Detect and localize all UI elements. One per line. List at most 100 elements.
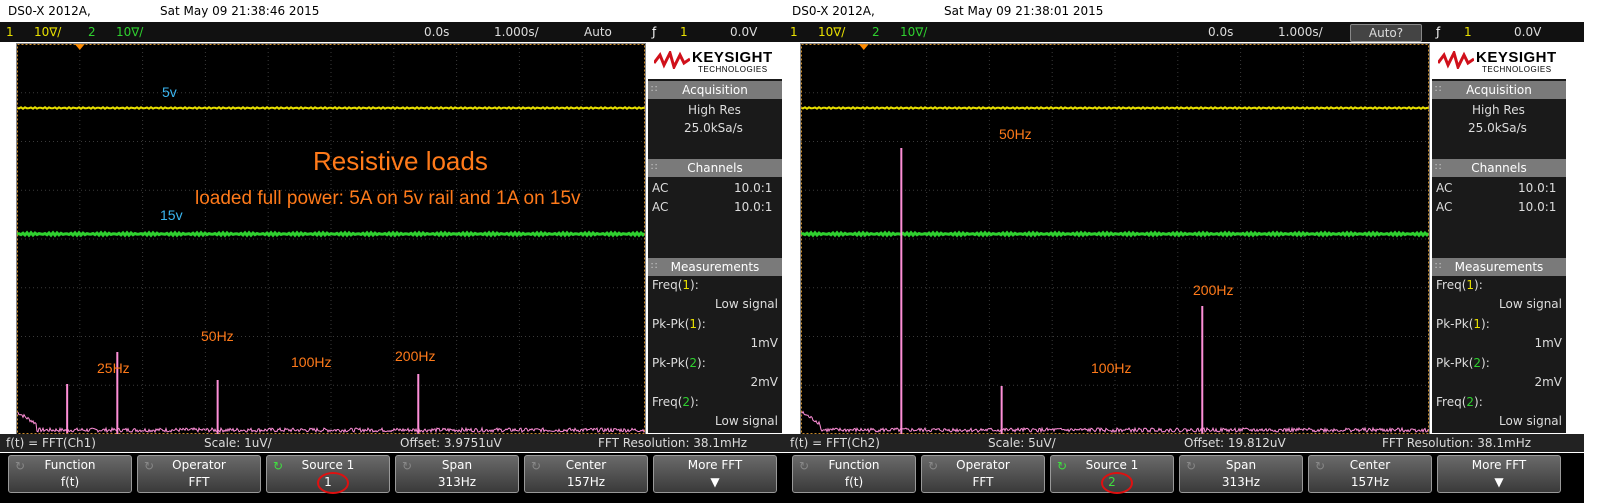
center-softkey[interactable]: ↻ Center 157Hz [524,455,648,493]
time-scale[interactable]: 1.000s/ [494,22,539,42]
operator-softkey[interactable]: ↻ Operator FFT [137,455,261,493]
measurements-header[interactable]: ∷ Measurements [1432,258,1566,276]
ch1-trace [801,105,1429,111]
measurements-header[interactable]: ∷ Measurements [648,258,782,276]
acquisition-header[interactable]: ∷ Acquisition [648,81,782,99]
status-bar: 1 10∇/ 2 10∇/ 0.0s 1.000s/ Auto ƒ 1 0.0V [0,22,800,42]
math-offset[interactable]: Offset: 3.9751uV [400,434,502,452]
peak-label-200hz: 200Hz [395,348,436,364]
label-15v: 15v [160,207,183,223]
peak-label-200hz: 200Hz [1193,282,1234,298]
meas-pkpk1-value: 1mV [1534,336,1562,350]
meas-freq2-name: Freq(2): [1436,395,1483,409]
softkey-bar: ↻ Function f(t) ↻ Operator FFT ↻ Source 12 ↻ S… [784,453,1584,503]
timestamp: Sat May 09 21:38:01 2015 [944,4,1104,18]
fft-resolution: FFT Resolution: 38.1mHz [598,436,748,450]
ch2-coupling: AC [652,200,669,214]
time-offset[interactable]: 0.0s [1208,22,1233,42]
operator-softkey[interactable]: ↻ Operator FFT [921,455,1045,493]
more-fft-softkey[interactable]: More FFT ▼ [653,455,777,493]
ch2-scale[interactable]: 10∇/ [116,22,143,42]
waveform-display[interactable]: 5v 15v Resistive loads loaded full power… [16,43,646,435]
math-info-bar: f(t) = FFT(Ch1) Scale: 1uV/ Offset: 3.97… [0,434,800,452]
side-panel: KEYSIGHT TECHNOLOGIES ∷ Acquisition High … [648,43,782,433]
ch1-scale[interactable]: 10∇/ [34,22,61,42]
ch2-trace [801,230,1429,238]
time-scale[interactable]: 1.000s/ [1278,22,1323,42]
math-function: f(t) = FFT(Ch2) [790,436,880,450]
meas-freq1-name: Freq(1): [1436,278,1483,292]
meas-pkpk1-value: 1mV [750,336,778,350]
peak-label-100hz: 100Hz [291,354,332,370]
meas-freq2-value: Low signal [715,414,778,428]
ch1-probe: 10.0:1 [1518,181,1557,195]
peak-label-50hz: 50Hz [201,328,234,344]
model-name: DS0-X 2012A, [792,4,875,18]
fft-resolution: FFT Resolution: 38.1mHz [1382,436,1532,450]
acq-rate: 25.0kSa/s [1468,121,1527,135]
ch2-scale[interactable]: 10∇/ [900,22,927,42]
ch1-number[interactable]: 1 [6,22,14,42]
trigger-mode[interactable]: Auto? [1350,24,1422,42]
math-scale[interactable]: Scale: 5uV/ [988,434,1056,452]
math-offset[interactable]: Offset: 19.812uV [1184,434,1286,452]
ch2-probe: 10.0:1 [734,200,773,214]
trigger-channel[interactable]: 1 [1464,22,1472,42]
trigger-edge-icon: ƒ [652,25,657,39]
scope-screen-left: DS0-X 2012A, Sat May 09 21:38:46 2015 1 … [0,0,800,503]
meas-freq2-name: Freq(2): [652,395,699,409]
acq-rate: 25.0kSa/s [684,121,743,135]
ch2-number[interactable]: 2 [88,22,96,42]
title-bar: DS0-X 2012A, Sat May 09 21:38:46 2015 [0,0,800,22]
down-arrow-icon: ▼ [1494,475,1504,489]
peak-label-50hz: 50Hz [999,126,1032,142]
ch1-trace [17,105,645,111]
time-offset[interactable]: 0.0s [424,22,449,42]
center-softkey[interactable]: ↻ Center 157Hz [1308,455,1432,493]
ch1-scale[interactable]: 10∇/ [818,22,845,42]
meas-pkpk1-name: Pk-Pk(1): [652,317,706,331]
span-softkey[interactable]: ↻ Span 313Hz [1179,455,1303,493]
model-name: DS0-X 2012A, [8,4,91,18]
meas-freq1-name: Freq(1): [652,278,699,292]
peak-label-100hz: 100Hz [1091,360,1132,376]
acquisition-header[interactable]: ∷ Acquisition [1432,81,1566,99]
timestamp: Sat May 09 21:38:46 2015 [160,4,320,18]
trigger-mode[interactable]: Auto [584,22,612,42]
source1-softkey[interactable]: ↻ Source 11 [266,455,390,494]
peak-label-25hz: 25Hz [97,360,130,376]
meas-pkpk2-name: Pk-Pk(2): [1436,356,1490,370]
meas-freq2-value: Low signal [1499,414,1562,428]
title-bar: DS0-X 2012A, Sat May 09 21:38:01 2015 [784,0,1584,22]
meas-pkpk2-name: Pk-Pk(2): [652,356,706,370]
math-function: f(t) = FFT(Ch1) [6,436,96,450]
annotation-title: Resistive loads [313,146,488,176]
span-softkey[interactable]: ↻ Span 313Hz [395,455,519,493]
math-scale[interactable]: Scale: 1uV/ [204,434,272,452]
acq-mode: High Res [1472,103,1525,117]
keysight-wave-icon [1438,51,1474,69]
more-fft-softkey[interactable]: More FFT ▼ [1437,455,1561,493]
ch1-number[interactable]: 1 [790,22,798,42]
channels-header[interactable]: ∷ Channels [648,159,782,177]
channels-header[interactable]: ∷ Channels [1432,159,1566,177]
trigger-level[interactable]: 0.0V [1514,22,1541,42]
function-softkey[interactable]: ↻ Function f(t) [8,455,132,493]
annotation-subtitle: loaded full power: 5A on 5v rail and 1A … [195,188,581,209]
side-panel: KEYSIGHT TECHNOLOGIES ∷ Acquisition High … [1432,43,1566,433]
trigger-level[interactable]: 0.0V [730,22,757,42]
source1-softkey[interactable]: ↻ Source 12 [1050,455,1174,494]
trigger-channel[interactable]: 1 [680,22,688,42]
ch2-trace [17,230,645,238]
keysight-logo: KEYSIGHT TECHNOLOGIES [648,43,782,79]
status-bar: 1 10∇/ 2 10∇/ 0.0s 1.000s/ Auto? ƒ 1 0.0… [784,22,1584,42]
ch1-coupling: AC [652,181,669,195]
down-arrow-icon: ▼ [710,475,720,489]
ch2-coupling: AC [1436,200,1453,214]
keysight-wave-icon [654,51,690,69]
softkey-bar: ↻ Function f(t) ↻ Operator FFT ↻ Source 11 ↻ S… [0,453,800,503]
ch2-number[interactable]: 2 [872,22,880,42]
waveform-display[interactable]: 50Hz 200Hz 100Hz [800,43,1430,435]
function-softkey[interactable]: ↻ Function f(t) [792,455,916,493]
highlight-ring [317,472,349,494]
